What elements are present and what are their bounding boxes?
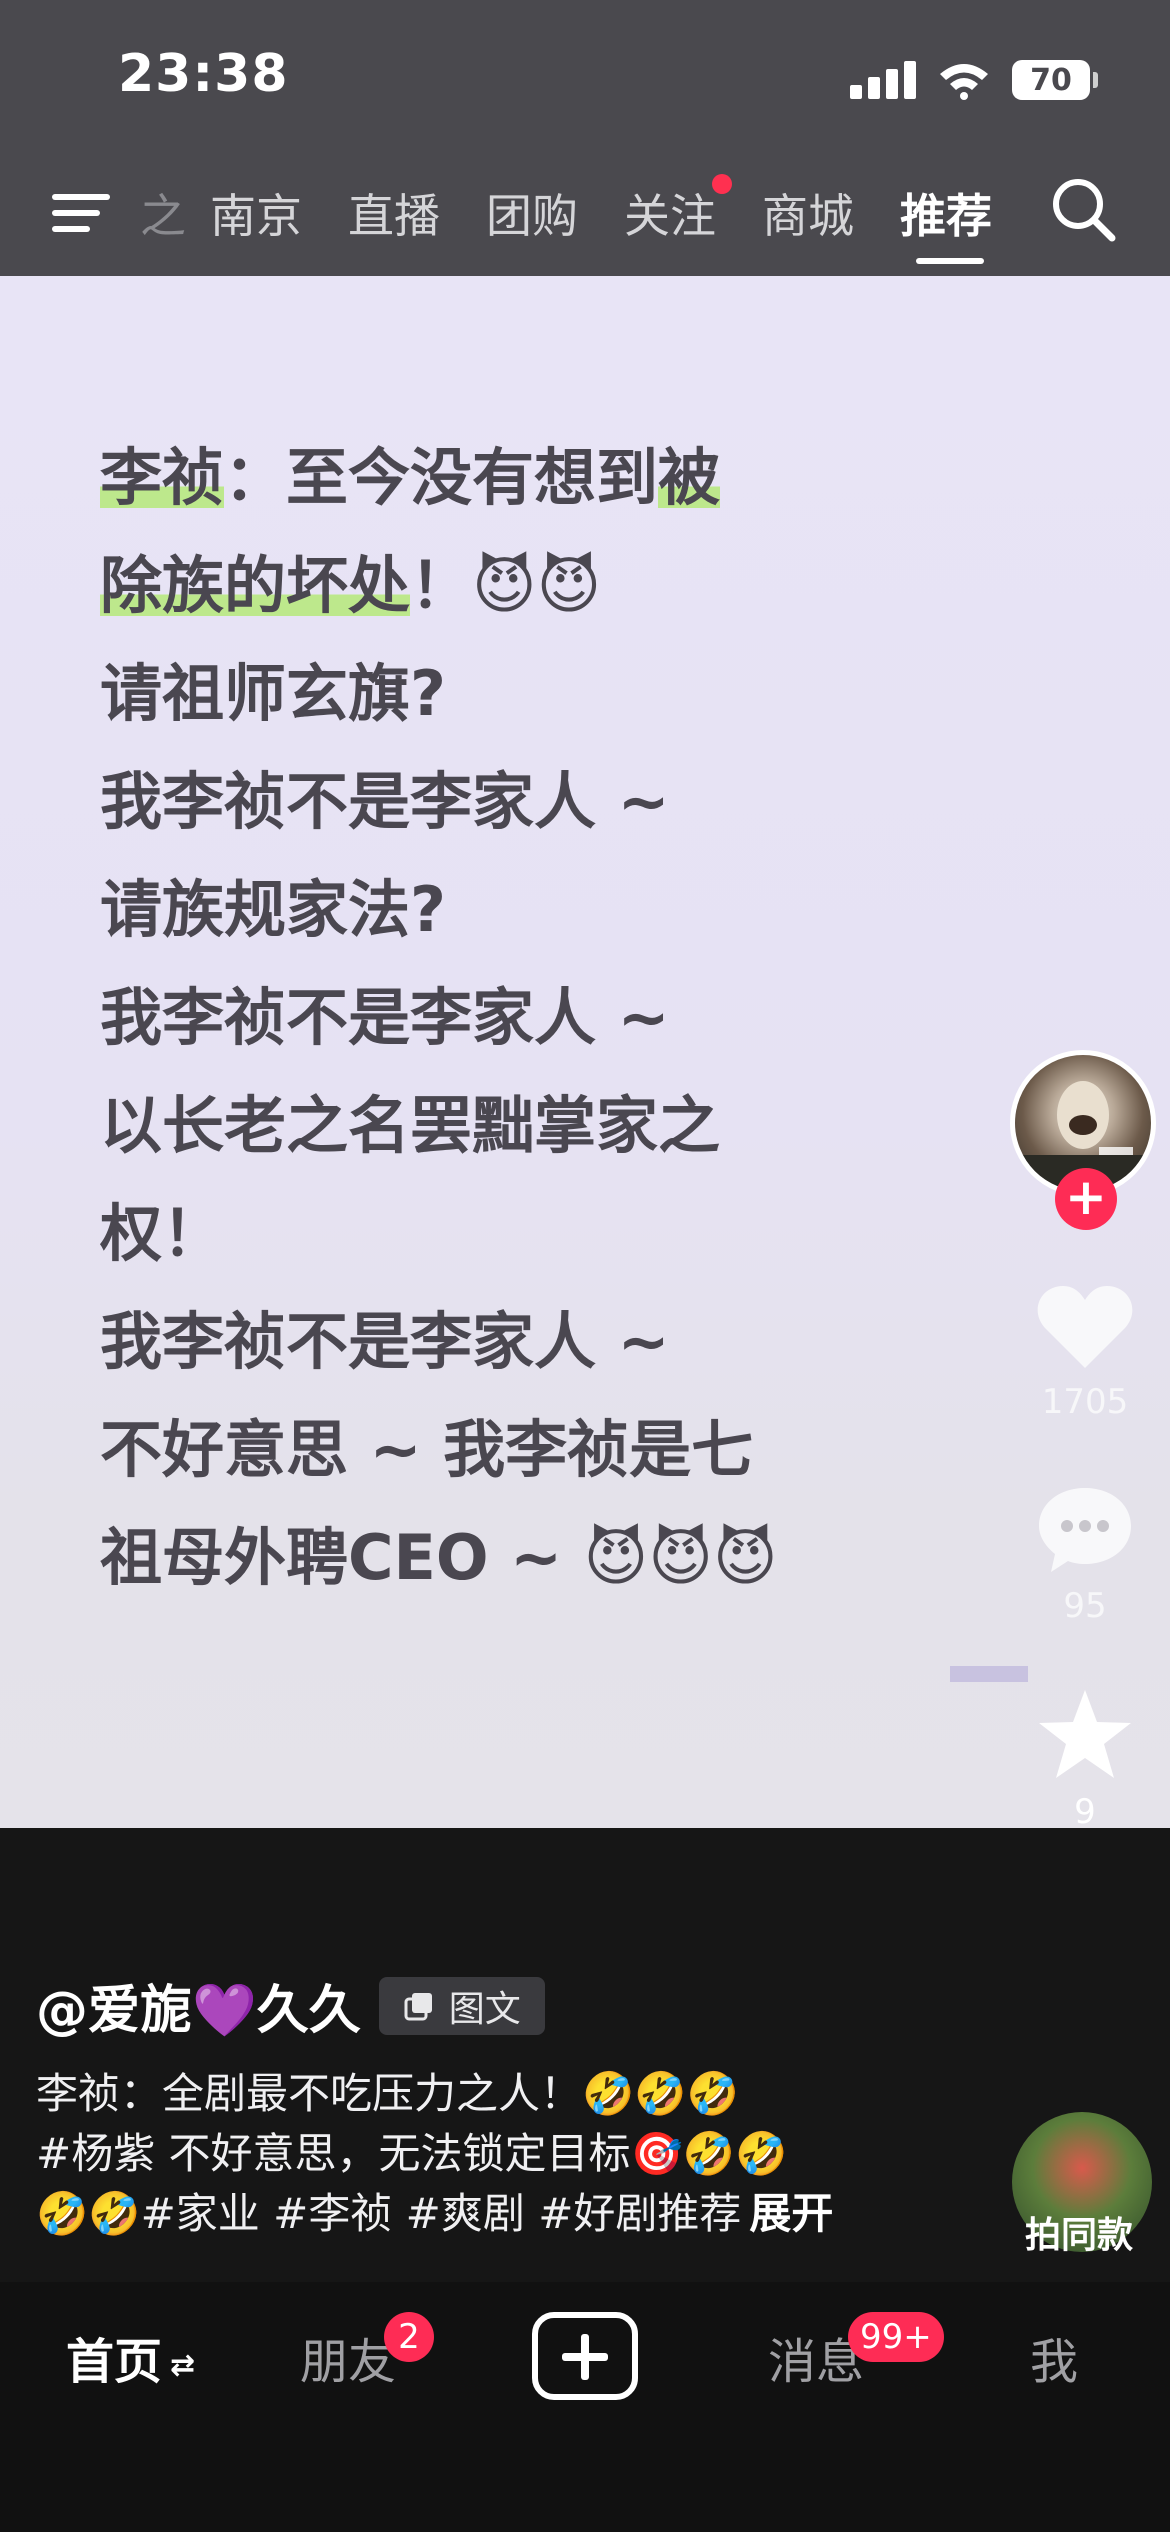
text-line: 除族的坏处！😈😈 xyxy=(100,532,800,640)
wifi-icon xyxy=(938,60,990,100)
like-button[interactable]: 1705 xyxy=(1000,1282,1170,1422)
tab-partial[interactable]: 之 xyxy=(140,180,210,246)
text-line: 请族规家法? xyxy=(100,873,446,946)
text-line: 权！ xyxy=(100,1197,225,1270)
description-line: 李祯：全剧最不吃压力之人！🤣🤣🤣 xyxy=(36,2069,739,2118)
comment-icon xyxy=(1039,1488,1131,1572)
same-style-button[interactable]: 拍同款 xyxy=(1004,2206,1154,2258)
post-text: 李祯：至今没有想到被 除族的坏处！😈😈 请祖师玄旗? 我李祯不是李家人 ~ 请族… xyxy=(100,424,800,1612)
tab-group-buy[interactable]: 团购 xyxy=(486,180,624,246)
new-content-dot xyxy=(712,174,732,194)
tab-me-label: 我 xyxy=(1030,2334,1079,2390)
comment-count: 95 xyxy=(1063,1586,1107,1626)
top-nav: 之 南京 直播 团购 关注 商城 推荐 xyxy=(0,170,1170,270)
text-line: 不好意思 ~ 我李祯是七 xyxy=(100,1413,754,1486)
app-screen: 23:38 70 之 南京 直播 团购 关注 商城 推荐 李祯：至今没有想到被 … xyxy=(0,0,1170,2532)
highlighted-text: 李祯 xyxy=(100,441,225,514)
text-line: 我李祯不是李家人 ~ xyxy=(100,981,670,1054)
like-count: 1705 xyxy=(1041,1382,1129,1422)
status-time: 23:38 xyxy=(118,44,289,104)
heart-icon xyxy=(1037,1286,1133,1368)
tab-nanjing[interactable]: 南京 xyxy=(210,180,348,246)
text-fragment: ！😈😈 xyxy=(410,549,602,622)
search-icon[interactable] xyxy=(1048,174,1120,246)
tab-home[interactable]: 首页 ⇄ xyxy=(66,2322,195,2392)
author-name[interactable]: @爱旎💜久久 xyxy=(36,1968,361,2043)
tab-friends[interactable]: 朋友 xyxy=(300,2322,396,2392)
text-line: 李祯：至今没有想到被 xyxy=(100,424,800,532)
post-image[interactable]: 李祯：至今没有想到被 除族的坏处！😈😈 请祖师玄旗? 我李祯不是李家人 ~ 请族… xyxy=(0,276,1170,1828)
switch-icon: ⇄ xyxy=(170,2347,196,2383)
image-text-chip: 图文 xyxy=(378,1976,545,2035)
highlighted-text: 被 xyxy=(658,441,721,514)
favorite-button[interactable]: 9 xyxy=(1000,1686,1170,1832)
tab-following[interactable]: 关注 xyxy=(624,174,762,246)
tab-recommend[interactable]: 推荐 xyxy=(900,180,1038,246)
status-icons: 70 xyxy=(850,50,1098,110)
description-line: 🤣🤣#家业 #李祯 #爽剧 #好剧推荐 xyxy=(36,2189,742,2238)
battery-indicator: 70 xyxy=(1012,60,1098,100)
description-line: #杨紫 不好意思，无法锁定目标🎯🤣🤣 xyxy=(36,2129,788,2178)
follow-button[interactable]: + xyxy=(1055,1168,1117,1230)
page-indicator xyxy=(950,1666,1028,1682)
tab-mall[interactable]: 商城 xyxy=(762,180,900,246)
tab-friends-label: 朋友 xyxy=(300,2334,397,2390)
nav-tabs: 之 南京 直播 团购 关注 商城 推荐 xyxy=(140,174,1038,246)
cellular-signal-icon xyxy=(850,61,916,99)
text-line: 以长老之名罢黜掌家之 xyxy=(100,1089,721,1162)
messages-badge: 99+ xyxy=(848,2312,944,2362)
create-button[interactable] xyxy=(532,2312,638,2400)
star-icon xyxy=(1039,1690,1131,1778)
header: 23:38 70 之 南京 直播 团购 关注 商城 推荐 xyxy=(0,0,1170,276)
comment-button[interactable]: 95 xyxy=(1000,1484,1170,1626)
text-line: 我李祯不是李家人 ~ xyxy=(100,765,670,838)
author-row: @爱旎💜久久 图文 xyxy=(36,1968,545,2043)
description-line-last: 🤣🤣#家业 #李祯 #爽剧 #好剧推荐 展开 xyxy=(36,2184,976,2244)
tab-following-label: 关注 xyxy=(624,189,716,243)
favorite-count: 9 xyxy=(1074,1792,1096,1832)
text-fragment: ：至今没有想到 xyxy=(224,441,659,514)
author-avatar[interactable]: + xyxy=(1010,1050,1156,1230)
active-tab-indicator xyxy=(916,258,984,264)
chip-label: 图文 xyxy=(448,1988,521,2030)
gallery-icon xyxy=(404,1992,432,2020)
post-description[interactable]: 李祯：全剧最不吃压力之人！🤣🤣🤣 #杨紫 不好意思，无法锁定目标🎯🤣🤣 🤣🤣#家… xyxy=(36,2064,976,2244)
bottom-tab-bar: 首页 ⇄ 朋友 2 消息 99+ 我 xyxy=(0,2282,1170,2532)
text-line: 请祖师玄旗? xyxy=(100,657,446,730)
tab-live[interactable]: 直播 xyxy=(348,180,486,246)
text-line: 祖母外聘CEO ~ 😈😈😈 xyxy=(100,1521,778,1594)
tab-home-label: 首页 xyxy=(66,2334,163,2390)
highlighted-text: 除族的坏处 xyxy=(100,549,411,622)
post-info: @爱旎💜久久 图文 李祯：全剧最不吃压力之人！🤣🤣🤣 #杨紫 不好意思，无法锁定… xyxy=(0,1828,1170,2282)
text-line: 我李祯不是李家人 ~ xyxy=(100,1305,670,1378)
tab-me[interactable]: 我 xyxy=(1030,2322,1078,2392)
menu-icon[interactable] xyxy=(52,186,114,238)
expand-button[interactable]: 展开 xyxy=(749,2189,833,2238)
friends-badge: 2 xyxy=(384,2312,434,2362)
